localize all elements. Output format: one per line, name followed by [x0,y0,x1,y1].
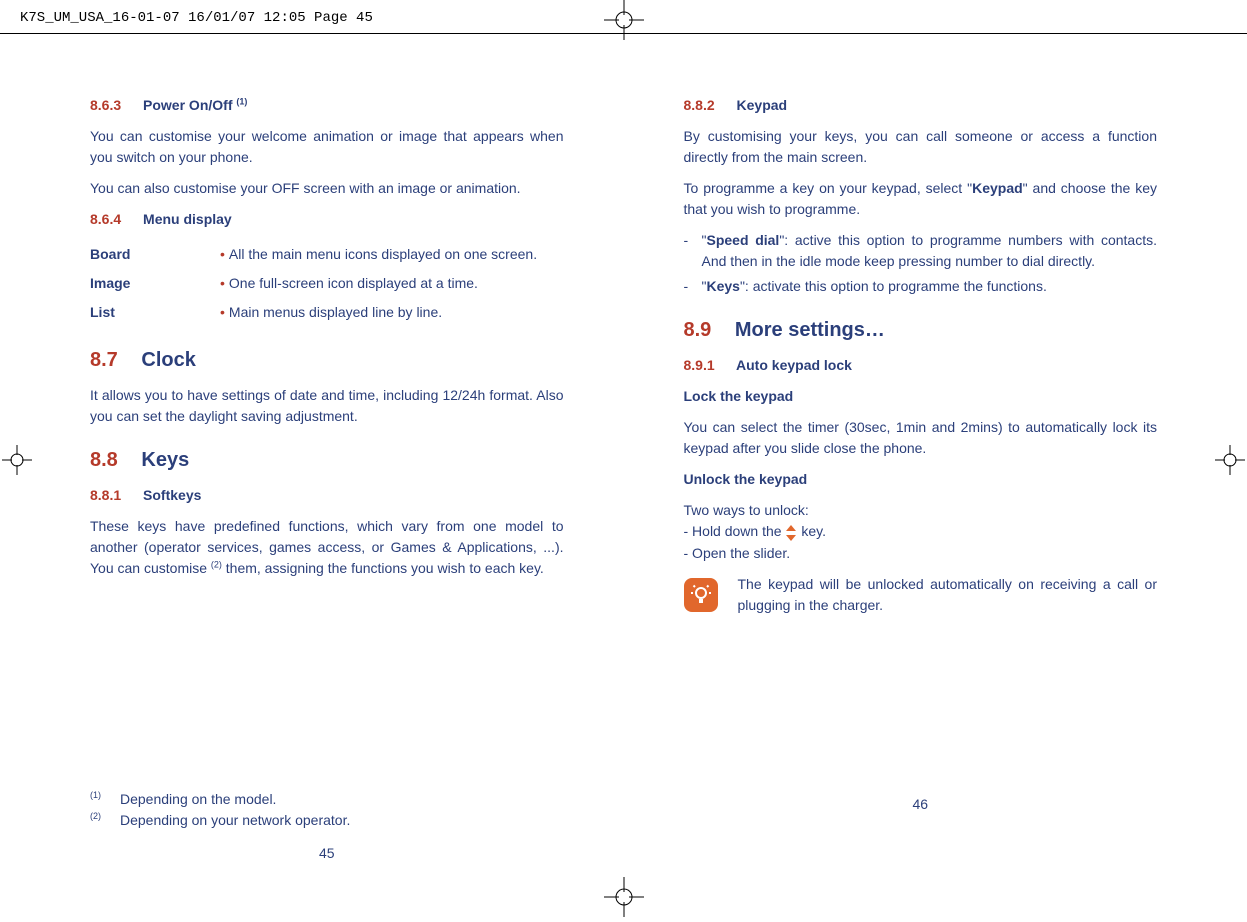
heading-8-9-1: 8.9.1 Auto keypad lock [684,355,1158,376]
footnote-ref-2: (2) [211,559,222,569]
paragraph: By customising your keys, you can call s… [684,126,1158,168]
unlock-line: - Hold down the key. [684,521,1158,543]
lightbulb-icon [684,578,718,612]
page-left: 8.6.3 Power On/Off (1) You can customise… [90,89,564,864]
subheading-unlock: Unlock the keypad [684,469,1158,490]
unlock-line: - Open the slider. [684,543,1158,564]
row-desc-text: One full-screen icon displayed at a time… [229,275,478,291]
secnum: 8.9 [684,319,712,341]
menu-display-table: Board •All the main menu icons displayed… [90,240,564,327]
table-row: Image •One full-screen icon displayed at… [90,269,564,298]
dash-icon: - [684,276,702,297]
cropmark-right-icon [1215,445,1245,475]
footnote-text: Depending on the model. [120,789,564,810]
row-desc: •Main menus displayed line by line. [220,298,564,327]
nav-key-icon [785,522,797,543]
table-row: List •Main menus displayed line by line. [90,298,564,327]
bold-term: Speed dial [706,232,779,248]
footnote-1: (1) Depending on the model. [90,789,564,810]
footnotes: (1) Depending on the model. (2) Dependin… [90,789,564,831]
footnote-text: Depending on your network operator. [120,810,564,831]
paragraph: You can also customise your OFF screen w… [90,178,564,199]
heading-8-6-4: 8.6.4 Menu display [90,209,564,230]
paragraph: It allows you to have settings of date a… [90,385,564,427]
page-right: 8.8.2 Keypad By customising your keys, y… [684,89,1158,864]
heading-8-7: 8.7 Clock [90,345,564,375]
footnote-ref-1: (1) [236,96,247,106]
secnum: 8.8.2 [684,97,715,113]
unlock-part: key. [797,523,826,539]
unlock-list: Two ways to unlock: - Hold down the key.… [684,500,1158,564]
secnum: 8.6.3 [90,97,121,113]
heading-text: More settings… [735,319,885,341]
page-number: 46 [684,794,1158,815]
row-desc: •All the main menu icons displayed on on… [220,240,564,269]
cropmark-bottom-icon [604,877,644,917]
heading-text: Auto keypad lock [736,357,852,373]
unlock-part: - Hold down the [684,523,786,539]
heading-text: Keys [141,449,189,471]
paragraph: To programme a key on your keypad, selec… [684,178,1158,220]
paragraph: You can select the timer (30sec, 1min an… [684,417,1158,459]
para-part: them, assigning the functions you wish t… [222,560,544,576]
secnum: 8.9.1 [684,357,715,373]
heading-text: Clock [141,349,195,371]
para-part: To programme a key on your keypad, selec… [684,180,973,196]
heading-text: Keypad [737,97,788,113]
footnote-marker: (1) [90,789,120,810]
heading-8-8-2: 8.8.2 Keypad [684,95,1158,116]
heading-text: Softkeys [143,487,201,503]
secnum: 8.8 [90,449,118,471]
heading-8-8: 8.8 Keys [90,445,564,475]
list-item: - "Keys": activate this option to progra… [684,276,1158,297]
row-desc-text: All the main menu icons displayed on one… [229,246,537,262]
secnum: 8.8.1 [90,487,121,503]
secnum: 8.7 [90,349,118,371]
cropmark-top-icon [604,0,644,40]
unlock-line: Two ways to unlock: [684,500,1158,521]
subheading-lock: Lock the keypad [684,386,1158,407]
dash-icon: - [684,230,702,272]
row-desc-text: Main menus displayed line by line. [229,304,442,320]
paragraph: You can customise your welcome animation… [90,126,564,168]
footnote-marker: (2) [90,810,120,831]
row-label: List [90,298,220,327]
footnote-2: (2) Depending on your network operator. [90,810,564,831]
cropmark-left-icon [2,445,32,475]
bold-term: Keys [706,278,739,294]
row-label: Image [90,269,220,298]
list-item: - "Speed dial": active this option to pr… [684,230,1158,272]
row-label: Board [90,240,220,269]
page-number: 45 [90,843,564,864]
list-item-body: "Speed dial": active this option to prog… [702,230,1158,272]
heading-text: Menu display [143,211,232,227]
note-text: The keypad will be unlocked automaticall… [738,574,1158,616]
heading-8-6-3: 8.6.3 Power On/Off (1) [90,95,564,116]
table-row: Board •All the main menu icons displayed… [90,240,564,269]
secnum: 8.6.4 [90,211,121,227]
heading-8-8-1: 8.8.1 Softkeys [90,485,564,506]
list-item-rest: ": activate this option to programme the… [740,278,1047,294]
note-box: The keypad will be unlocked automaticall… [684,574,1158,616]
list-item-body: "Keys": activate this option to programm… [702,276,1158,297]
row-desc: •One full-screen icon displayed at a tim… [220,269,564,298]
paragraph: These keys have predefined functions, wh… [90,516,564,579]
heading-text: Power On/Off [143,97,236,113]
heading-8-9: 8.9 More settings… [684,315,1158,345]
bold-term: Keypad [972,180,1023,196]
